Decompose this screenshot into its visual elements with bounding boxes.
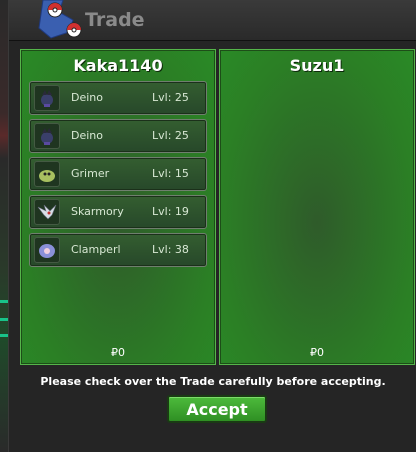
- pokemon-slot[interactable]: Deino Lvl: 25: [29, 119, 207, 153]
- map-marker: [0, 318, 8, 321]
- map-marker: [0, 300, 8, 303]
- clamperl-icon: [34, 237, 60, 263]
- pokemon-slot[interactable]: Grimer Lvl: 15: [29, 157, 207, 191]
- pokemon-name: Deino: [71, 91, 103, 104]
- offered-money: ₽0: [111, 346, 125, 359]
- trade-window: Trade Kaka1140 Deino Lvl: 25 Deino Lvl: …: [8, 0, 416, 452]
- pokemon-name: Grimer: [71, 167, 110, 180]
- pokemon-level: Lvl: 15: [152, 167, 189, 180]
- pokemon-slot[interactable]: Deino Lvl: 25: [29, 81, 207, 115]
- pokemon-slot[interactable]: Clamperl Lvl: 38: [29, 233, 207, 267]
- accept-button[interactable]: Accept: [167, 395, 267, 423]
- partner-offer-panel: Suzu1 ₽0: [219, 49, 415, 365]
- pokemon-level: Lvl: 38: [152, 243, 189, 256]
- pokemon-slot[interactable]: Skarmory Lvl: 19: [29, 195, 207, 229]
- trade-notice: Please check over the Trade carefully be…: [40, 375, 386, 388]
- pokemon-level: Lvl: 19: [152, 205, 189, 218]
- window-title: Trade: [85, 9, 145, 31]
- map-marker: [0, 334, 8, 337]
- pokemon-level: Lvl: 25: [152, 129, 189, 142]
- deino-icon: [34, 123, 60, 149]
- pokemon-name: Skarmory: [71, 205, 124, 218]
- pokemon-level: Lvl: 25: [152, 91, 189, 104]
- skarmory-icon: [34, 199, 60, 225]
- player-name: Suzu1: [289, 56, 345, 75]
- player-name: Kaka1140: [73, 56, 163, 75]
- offered-money: ₽0: [310, 346, 324, 359]
- title-bar[interactable]: Trade: [9, 0, 416, 41]
- my-offer-panel: Kaka1140 Deino Lvl: 25 Deino Lvl: 25 Gri…: [20, 49, 216, 365]
- pokemon-name: Clamperl: [71, 243, 121, 256]
- pokemon-name: Deino: [71, 129, 103, 142]
- pokeball-logo-icon: [38, 0, 82, 39]
- grimer-icon: [34, 161, 60, 187]
- deino-icon: [34, 85, 60, 111]
